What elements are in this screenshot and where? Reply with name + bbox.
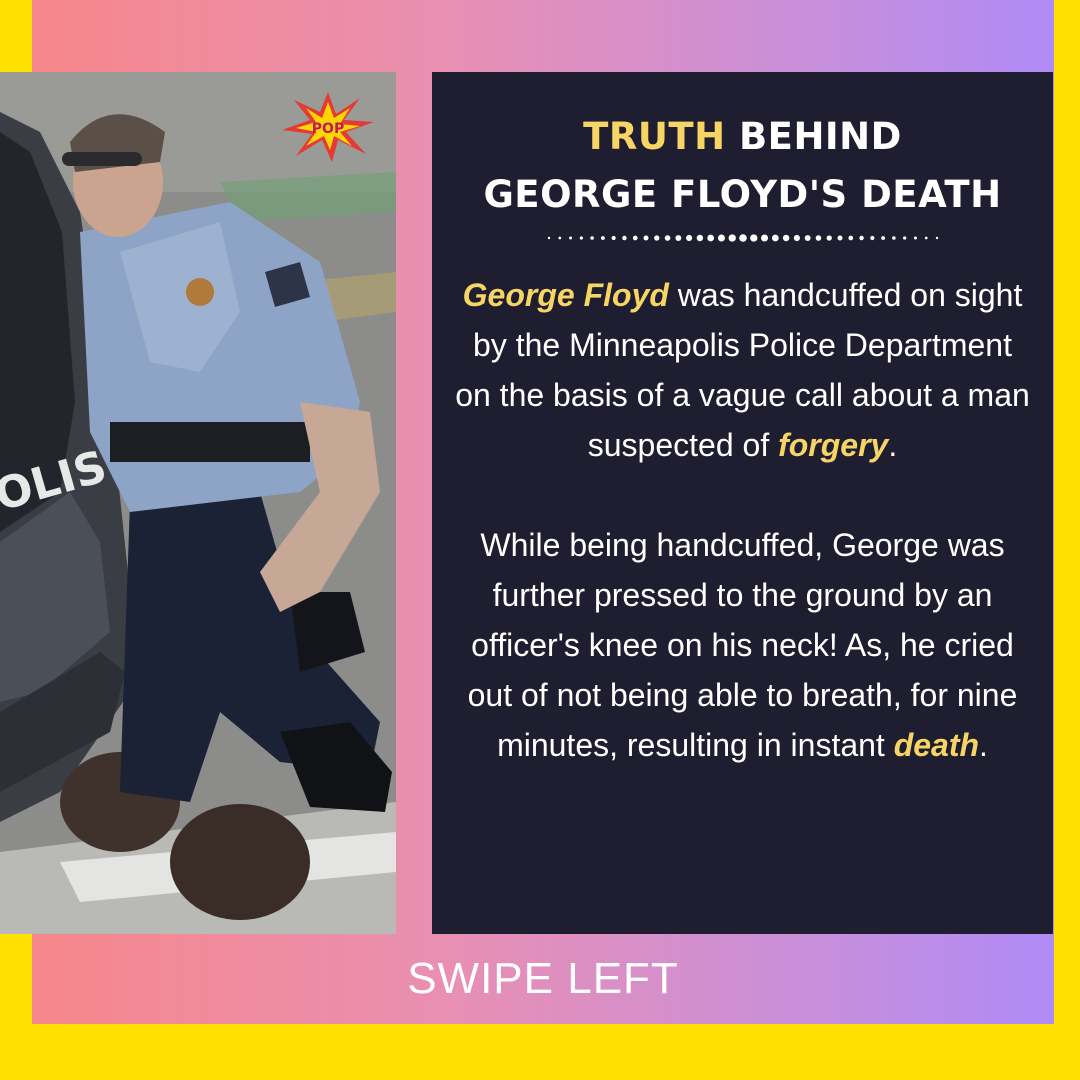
post-frame: OLIS POP TRUTH BEHIND GEORGE FLOYD'S DEA… bbox=[0, 0, 1080, 1080]
divider-dot bbox=[685, 234, 692, 242]
paragraph-1-end: . bbox=[888, 427, 898, 463]
paragraph-2: While being handcuffed, George was furth… bbox=[452, 520, 1033, 770]
divider-dot bbox=[632, 235, 638, 241]
paragraph-1: George Floyd was handcuffed on sight by … bbox=[452, 270, 1033, 470]
divider-dot bbox=[880, 236, 885, 240]
forgery-emphasis: forgery bbox=[778, 427, 889, 463]
pop-logo: POP bbox=[282, 92, 374, 162]
paragraph-2-end: . bbox=[979, 727, 988, 763]
divider-dot bbox=[869, 235, 874, 241]
divider-dot bbox=[738, 234, 747, 242]
divider-dot bbox=[706, 234, 714, 242]
divider-dot bbox=[902, 236, 906, 240]
title-line1: BEHIND bbox=[725, 115, 902, 158]
divider-dot bbox=[782, 234, 789, 242]
divider-dot bbox=[589, 236, 594, 240]
divider-dot bbox=[653, 235, 659, 241]
title-line2: GEORGE FLOYD'S DEATH bbox=[483, 173, 1002, 216]
divider-dot bbox=[924, 236, 928, 240]
divider-dot bbox=[793, 234, 800, 242]
divider-dot bbox=[858, 235, 864, 241]
divider-dot bbox=[547, 236, 550, 240]
divider-dot bbox=[935, 236, 938, 240]
divider-dot bbox=[568, 236, 572, 240]
dotted-divider bbox=[547, 234, 938, 242]
news-photo: OLIS bbox=[0, 72, 396, 934]
divider-dot bbox=[837, 235, 842, 241]
page-title: TRUTH BEHIND GEORGE FLOYD'S DEATH bbox=[432, 108, 1053, 224]
divider-dot bbox=[664, 235, 670, 241]
divider-dot bbox=[579, 236, 583, 240]
pop-logo-text: POP bbox=[312, 121, 344, 137]
divider-dot bbox=[815, 235, 821, 241]
divider-dot bbox=[621, 235, 627, 241]
divider-dot bbox=[643, 235, 648, 241]
divider-dot bbox=[760, 234, 768, 242]
divider-dot bbox=[674, 235, 681, 241]
divider-dot bbox=[804, 235, 811, 241]
divider-dot bbox=[600, 236, 605, 240]
divider-dot bbox=[771, 234, 779, 242]
footer-bar[interactable]: SWIPE LEFT bbox=[32, 934, 1054, 1024]
divider-dot bbox=[728, 234, 736, 242]
swipe-left-label[interactable]: SWIPE LEFT bbox=[407, 954, 679, 1004]
text-panel: TRUTH BEHIND GEORGE FLOYD'S DEATH George… bbox=[432, 72, 1053, 934]
title-highlight: TRUTH bbox=[583, 115, 726, 158]
divider-dot bbox=[826, 235, 832, 241]
divider-dot bbox=[913, 236, 917, 240]
death-emphasis: death bbox=[893, 727, 980, 763]
photo-illustration: OLIS bbox=[0, 72, 396, 934]
divider-dot bbox=[557, 236, 561, 240]
divider-dot bbox=[847, 235, 853, 241]
divider-dot bbox=[611, 235, 616, 241]
divider-dot bbox=[717, 234, 725, 242]
name-emphasis: George Floyd bbox=[462, 277, 669, 313]
divider-dot bbox=[891, 236, 896, 240]
divider-dot bbox=[696, 234, 703, 242]
divider-dot bbox=[749, 234, 757, 242]
